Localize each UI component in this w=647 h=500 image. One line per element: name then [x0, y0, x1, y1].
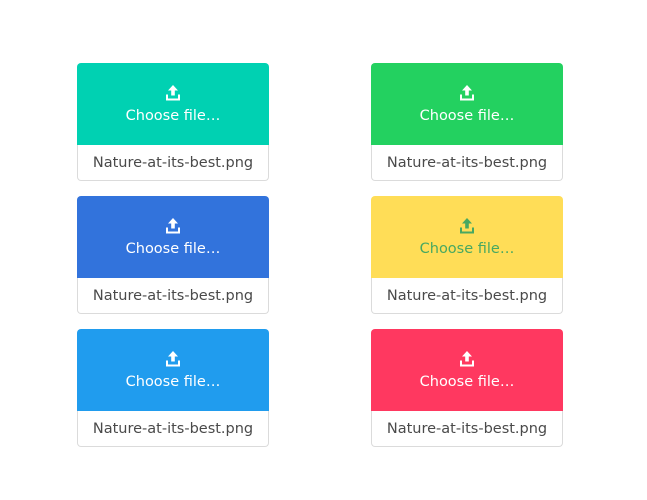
file-name: Nature-at-its-best.png	[77, 145, 269, 181]
file-input-success[interactable]: Choose file… Nature-at-its-best.png	[371, 63, 563, 181]
upload-icon	[164, 84, 182, 102]
choose-file-button[interactable]: Choose file…	[77, 63, 269, 145]
upload-icon	[458, 84, 476, 102]
upload-icon	[164, 350, 182, 368]
choose-file-button[interactable]: Choose file…	[77, 329, 269, 411]
file-name: Nature-at-its-best.png	[371, 145, 563, 181]
file-name: Nature-at-its-best.png	[77, 278, 269, 314]
upload-icon	[458, 217, 476, 235]
choose-file-button[interactable]: Choose file…	[371, 63, 563, 145]
file-name: Nature-at-its-best.png	[371, 278, 563, 314]
choose-file-button[interactable]: Choose file…	[371, 196, 563, 278]
choose-file-button[interactable]: Choose file…	[77, 196, 269, 278]
choose-file-label: Choose file…	[125, 107, 221, 124]
file-input-info[interactable]: Choose file… Nature-at-its-best.png	[77, 329, 269, 447]
choose-file-label: Choose file…	[125, 373, 221, 390]
file-name: Nature-at-its-best.png	[371, 411, 563, 447]
file-input-primary[interactable]: Choose file… Nature-at-its-best.png	[77, 63, 269, 181]
choose-file-button[interactable]: Choose file…	[371, 329, 563, 411]
choose-file-label: Choose file…	[125, 240, 221, 257]
choose-file-label: Choose file…	[419, 107, 515, 124]
upload-icon	[458, 350, 476, 368]
upload-icon	[164, 217, 182, 235]
choose-file-label: Choose file…	[419, 240, 515, 257]
file-input-danger[interactable]: Choose file… Nature-at-its-best.png	[371, 329, 563, 447]
file-input-warning[interactable]: Choose file… Nature-at-its-best.png	[371, 196, 563, 314]
file-name: Nature-at-its-best.png	[77, 411, 269, 447]
file-input-link[interactable]: Choose file… Nature-at-its-best.png	[77, 196, 269, 314]
choose-file-label: Choose file…	[419, 373, 515, 390]
